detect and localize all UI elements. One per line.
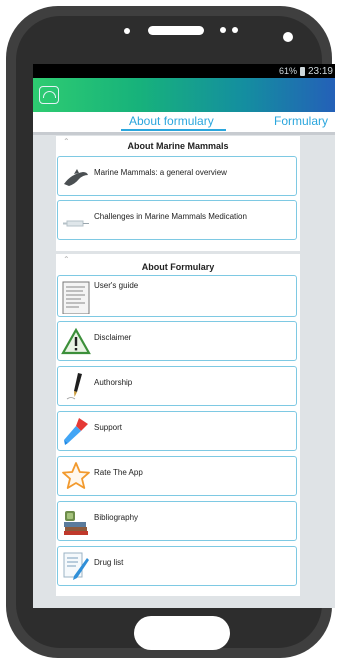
battery-percent: 61% <box>278 66 297 76</box>
list-item-label: Support <box>94 423 123 432</box>
list-item-label: Drug list <box>94 558 124 567</box>
clock: 23:19 <box>307 65 333 77</box>
front-sensor <box>220 27 226 33</box>
list-item-authorship[interactable]: Authorship <box>57 366 297 406</box>
active-tab-indicator <box>121 129 226 131</box>
list-item-marine-overview[interactable]: Marine Mammals: a general overview <box>57 156 297 196</box>
list-item-medication-challenges[interactable]: Challenges in Marine Mammals Medication <box>57 200 297 240</box>
tab-divider <box>33 132 335 135</box>
front-sensor <box>232 27 238 33</box>
books-icon <box>64 511 88 535</box>
list-item-label: Rate The App <box>94 468 143 477</box>
app-logo-icon[interactable] <box>39 86 59 104</box>
list-item-label: Disclaimer <box>94 333 132 342</box>
section-title: About Formulary <box>141 262 215 272</box>
speaker-grille <box>148 26 204 35</box>
pen-icon <box>66 373 82 400</box>
list-item-label: Marine Mammals: a general overview <box>94 168 227 177</box>
list-item-support[interactable]: Support <box>57 411 297 451</box>
list-item-label: Authorship <box>94 378 133 387</box>
star-icon <box>62 462 90 489</box>
list-item-drug-list[interactable]: Drug list <box>57 546 297 586</box>
front-camera <box>283 32 293 42</box>
syringe-icon <box>63 220 89 227</box>
dolphin-icon <box>64 169 88 186</box>
home-button[interactable] <box>134 616 230 650</box>
list-icon <box>63 552 89 580</box>
section-title: About Marine Mammals <box>127 141 229 151</box>
list-item-label: Challenges in Marine Mammals Medication <box>94 212 247 221</box>
list-item-label: User's guide <box>94 281 139 290</box>
front-sensor <box>124 28 130 34</box>
list-item-users-guide[interactable]: User's guide <box>57 275 297 317</box>
section-about-marine-mammals: ⌃ About Marine Mammals Marine Mammals: a… <box>56 136 300 251</box>
app-bar <box>33 78 335 112</box>
section-about-formulary: ⌃ About Formulary User's guide Disclaime… <box>56 254 300 596</box>
list-item-label: Bibliography <box>94 513 139 522</box>
app-screen: 61% 23:19 About formulary Formulary ⌃ Ab… <box>33 64 335 608</box>
tab-bar: About formulary Formulary <box>33 112 335 132</box>
list-item-bibliography[interactable]: Bibliography <box>57 501 297 541</box>
tab-about-formulary[interactable]: About formulary <box>129 114 214 128</box>
tools-icon <box>64 418 88 445</box>
document-icon <box>62 281 90 314</box>
status-bar: 61% 23:19 <box>33 64 335 78</box>
warning-icon <box>61 327 91 355</box>
battery-icon <box>299 66 305 76</box>
tab-formulary[interactable]: Formulary <box>274 114 328 128</box>
list-item-disclaimer[interactable]: Disclaimer <box>57 321 297 361</box>
list-item-rate-the-app[interactable]: Rate The App <box>57 456 297 496</box>
